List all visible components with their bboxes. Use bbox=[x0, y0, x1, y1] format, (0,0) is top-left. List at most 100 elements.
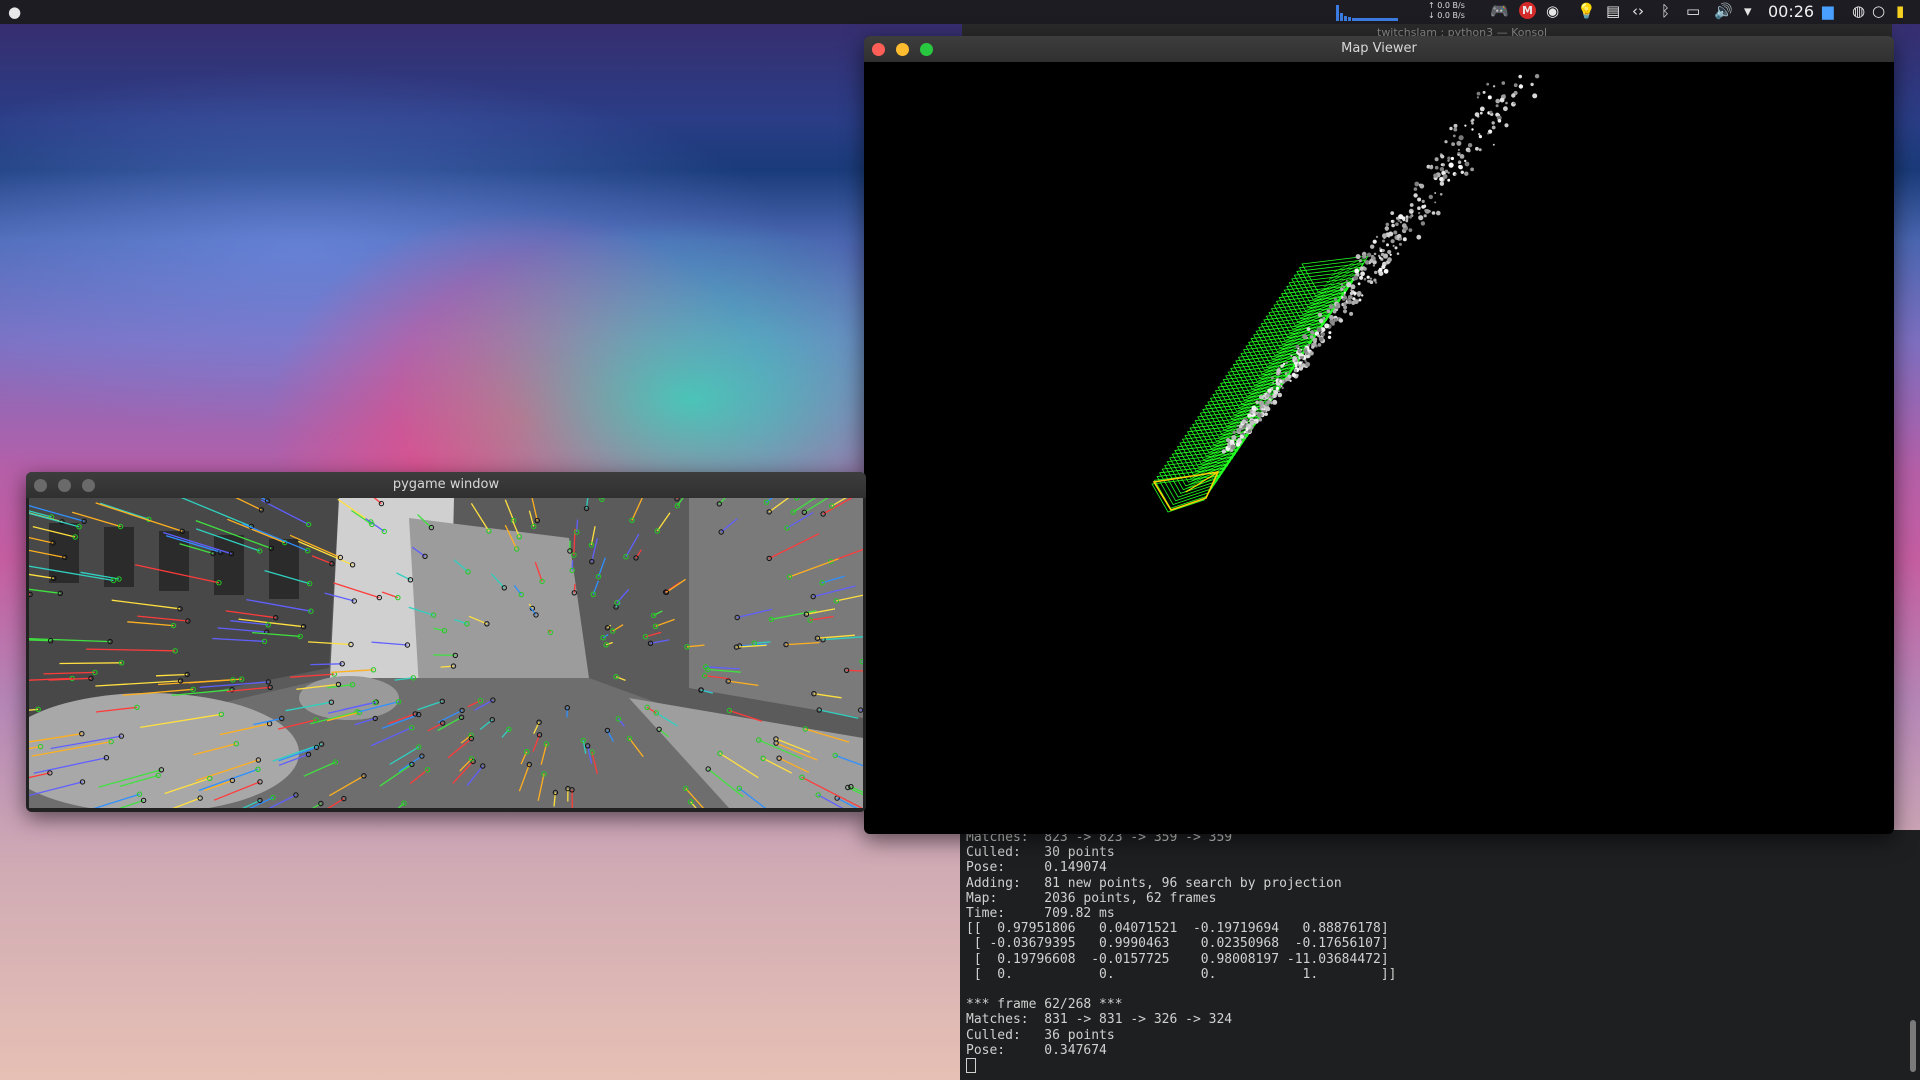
map-point bbox=[1309, 335, 1314, 339]
map-point bbox=[1453, 123, 1458, 128]
map-point bbox=[1464, 124, 1467, 127]
map-point bbox=[1420, 221, 1426, 226]
map-point bbox=[1292, 359, 1295, 363]
map-point bbox=[1398, 242, 1402, 246]
map-point bbox=[1355, 254, 1361, 260]
map-viewer-titlebar[interactable]: Map Viewer bbox=[864, 36, 1894, 62]
map-point bbox=[1401, 223, 1407, 229]
map-point bbox=[1467, 149, 1471, 153]
obs-icon[interactable]: ◉ bbox=[1546, 2, 1559, 20]
map-point bbox=[1464, 171, 1469, 176]
map-point bbox=[1272, 393, 1277, 399]
map-point bbox=[1442, 174, 1448, 179]
apple-menu-icon[interactable]: ● bbox=[8, 3, 21, 21]
map-point bbox=[1513, 102, 1516, 105]
map-point bbox=[1395, 222, 1399, 226]
map-point bbox=[1264, 412, 1268, 416]
map-point bbox=[1434, 201, 1437, 204]
clock[interactable]: 00:26 bbox=[1768, 2, 1814, 21]
map-point bbox=[1333, 297, 1338, 301]
map-point bbox=[1392, 244, 1395, 247]
map-point bbox=[1381, 249, 1385, 252]
map-point bbox=[1327, 335, 1332, 339]
color-icon[interactable]: ◍ bbox=[1852, 2, 1865, 20]
code-icon[interactable]: ‹› bbox=[1632, 2, 1644, 20]
map-point bbox=[1333, 317, 1338, 322]
map-point bbox=[1383, 268, 1389, 274]
terminal-line: Pose: 0.347674 bbox=[966, 1042, 1107, 1058]
clipboard-icon[interactable]: ▤ bbox=[1606, 2, 1620, 20]
map-point bbox=[1369, 258, 1374, 263]
terminal-window[interactable]: Matches: 823 -> 823 -> 359 -> 359 Culled:… bbox=[960, 830, 1920, 1080]
terminal-cursor bbox=[966, 1058, 976, 1074]
map-point bbox=[1467, 143, 1473, 148]
map-point bbox=[1476, 96, 1479, 99]
map-viewer-window[interactable]: Map Viewer bbox=[864, 36, 1894, 834]
map-point bbox=[1340, 283, 1344, 286]
terminal-line: Matches: 831 -> 831 -> 326 -> 324 bbox=[966, 1012, 1233, 1028]
terminal-scrollbar[interactable] bbox=[1910, 1020, 1916, 1072]
terminal-line: [ 0.19796608 -0.0157725 0.98008197 -11.0… bbox=[966, 951, 1389, 967]
map-point bbox=[1532, 93, 1538, 99]
map-point bbox=[1349, 311, 1354, 316]
map-point bbox=[1495, 104, 1499, 108]
bulb-icon[interactable]: 💡 bbox=[1577, 2, 1596, 20]
map-point bbox=[1310, 330, 1315, 335]
terminal-line: [ -0.03679395 0.9990463 0.02350968 -0.17… bbox=[966, 936, 1389, 952]
dropdown-icon[interactable]: ▾ bbox=[1744, 2, 1752, 20]
map-point bbox=[1454, 173, 1457, 176]
map-point bbox=[1326, 309, 1331, 314]
map-point bbox=[1464, 159, 1467, 163]
map-point bbox=[1358, 259, 1362, 263]
bluetooth-icon[interactable]: ᛒ bbox=[1661, 2, 1670, 20]
map-point bbox=[1440, 154, 1445, 159]
map-point bbox=[1270, 401, 1274, 405]
map-point bbox=[1255, 407, 1259, 411]
map-point bbox=[1305, 361, 1311, 367]
folder-icon[interactable]: ▆ bbox=[1822, 2, 1834, 20]
map-point bbox=[1380, 252, 1385, 257]
map-point bbox=[1362, 254, 1367, 259]
map-point bbox=[1398, 214, 1404, 220]
map-viewer-title: Map Viewer bbox=[1341, 41, 1417, 56]
map-point bbox=[1294, 364, 1298, 368]
map-point bbox=[1247, 429, 1252, 433]
map-point bbox=[1329, 304, 1334, 310]
map-point bbox=[1277, 390, 1280, 393]
map-3d-view[interactable] bbox=[866, 62, 1892, 832]
map-point bbox=[1474, 112, 1480, 117]
discord-icon[interactable]: 🎮 bbox=[1490, 2, 1509, 20]
note-icon[interactable]: ▮ bbox=[1896, 2, 1904, 20]
map-point bbox=[1389, 253, 1392, 256]
volume-icon[interactable]: 🔊 bbox=[1714, 2, 1733, 20]
map-point bbox=[1231, 435, 1237, 441]
map-point bbox=[1434, 192, 1437, 194]
map-point bbox=[1511, 93, 1516, 98]
pygame-titlebar[interactable]: pygame window bbox=[26, 472, 866, 498]
network-graph-icon bbox=[1336, 5, 1398, 21]
map-point bbox=[1329, 315, 1334, 320]
map-point bbox=[1431, 211, 1436, 215]
map-point bbox=[1343, 302, 1347, 306]
map-point bbox=[1385, 227, 1389, 231]
map-point bbox=[1464, 161, 1470, 167]
battery-icon[interactable]: ▭ bbox=[1686, 2, 1700, 20]
map-point bbox=[1353, 291, 1357, 295]
map-point bbox=[1449, 126, 1453, 131]
pygame-window[interactable]: pygame window bbox=[26, 472, 866, 812]
map-point bbox=[1366, 252, 1372, 257]
map-point bbox=[1492, 85, 1496, 88]
map-point bbox=[1478, 133, 1481, 136]
map-point bbox=[1331, 322, 1335, 326]
m-icon[interactable]: M bbox=[1519, 2, 1536, 19]
map-point bbox=[1275, 386, 1279, 390]
map-point bbox=[1491, 121, 1495, 125]
map-point bbox=[1440, 163, 1444, 166]
map-point bbox=[1492, 143, 1495, 146]
map-point bbox=[1263, 397, 1266, 400]
feature-track bbox=[433, 654, 456, 657]
circle-icon[interactable]: ○ bbox=[1872, 2, 1885, 20]
map-point bbox=[1413, 187, 1418, 191]
map-point bbox=[1498, 113, 1501, 117]
map-point bbox=[1345, 279, 1348, 283]
